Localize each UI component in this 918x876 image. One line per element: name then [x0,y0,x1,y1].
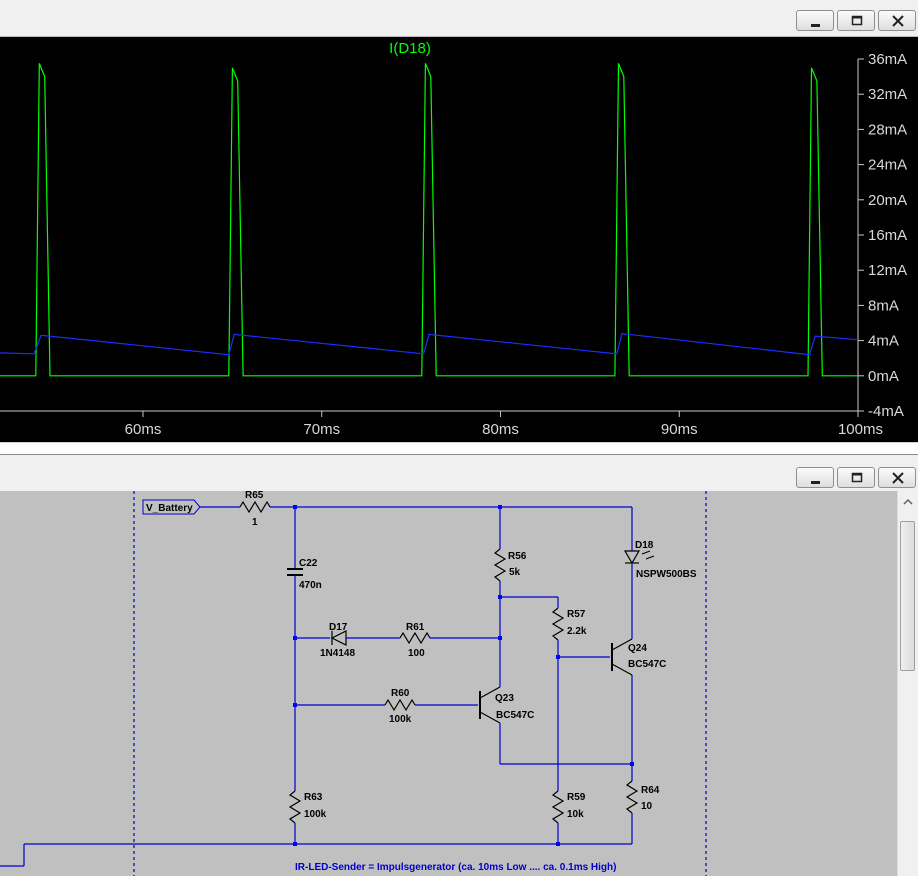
waveform-chart[interactable]: I(D18) 36mA 32mA 28mA 24mA 20mA 16mA 12mA 8mA 4m… [0,37,918,442]
label-r60-name: R60 [391,688,410,699]
plot-axes [0,59,859,412]
label-r61-name: R61 [406,622,425,633]
y-tick-label: 36mA [868,51,907,68]
plot-restore-button[interactable] [837,10,875,31]
label-r63-value: 100k [304,809,327,820]
scroll-up-arrow-icon[interactable] [900,494,916,510]
x-tick-label: 80ms [482,421,519,438]
plot-window-titlebar [0,0,918,37]
y-tick-label: 24mA [868,157,907,174]
restore-icon [851,472,863,483]
label-c22-name: C22 [299,558,318,569]
resistor-r57[interactable] [551,607,565,641]
diode-d17[interactable] [330,630,347,646]
schematic-window-titlebar [0,454,918,492]
trace-i-d18 [0,63,858,377]
label-r64-value: 10 [641,801,653,812]
close-icon [892,472,904,484]
label-d18-name: D18 [635,540,654,551]
net-label-v-battery: V_Battery [146,503,193,514]
plot-minimize-button[interactable] [796,10,834,31]
y-tick-label: 28mA [868,121,907,138]
waveform-plot-pane[interactable]: I(D18) 36mA 32mA 28mA 24mA 20mA 16mA 12mA 8mA 4m… [0,37,918,442]
resistor-r59[interactable] [551,790,565,824]
label-r64-name: R64 [641,785,660,796]
y-tick-label: 12mA [868,262,907,279]
y-tick-label: 32mA [868,86,907,103]
label-r61-value: 100 [408,648,425,659]
minimize-icon [811,24,820,27]
schematic-vertical-scrollbar[interactable] [897,491,918,876]
label-c22-value: 470n [299,580,322,591]
schematic-minimize-button[interactable] [796,467,834,488]
trace-title[interactable]: I(D18) [389,40,431,57]
trace-lines [0,63,859,377]
x-tick-label: 60ms [125,421,162,438]
x-tick-label: 100ms [838,421,883,438]
y-tick-label: 16mA [868,227,907,244]
label-r65-name: R65 [245,491,264,501]
label-r57-value: 2.2k [567,626,587,637]
label-q24-value: BC547C [628,659,666,670]
label-r63-name: R63 [304,792,323,803]
plot-close-button[interactable] [878,10,916,31]
label-r65-value: 1 [252,517,258,528]
schematic-restore-button[interactable] [837,467,875,488]
y-tick-label: -4mA [868,403,904,420]
label-q23-value: BC547C [496,710,534,721]
restore-icon [851,15,863,26]
led-d18[interactable] [623,550,641,565]
label-d17-value: 1N4148 [320,648,355,659]
y-tick-label: 8mA [868,297,899,314]
close-icon [892,15,904,27]
axis-ticks: 36mA 32mA 28mA 24mA 20mA 16mA 12mA 8mA 4mA 0mA -4m… [125,51,908,438]
label-r57-name: R57 [567,609,586,620]
schematic-close-button[interactable] [878,467,916,488]
label-r60-value: 100k [389,714,412,725]
label-q24-name: Q24 [628,643,647,654]
trace-secondary [0,332,859,356]
label-r59-value: 10k [567,809,584,820]
schematic-drawing[interactable]: V_Battery R65 1 C22 470n R56 5k D18 NSPW… [0,491,897,876]
resistor-r60[interactable] [384,698,416,712]
resistor-r63[interactable] [288,790,302,824]
label-r59-name: R59 [567,792,586,803]
minimize-icon [811,481,820,484]
x-tick-label: 90ms [661,421,698,438]
label-d18-value: NSPW500BS [636,569,697,580]
label-r56-value: 5k [509,567,521,578]
y-tick-label: 20mA [868,192,907,209]
y-tick-label: 4mA [868,333,899,350]
scrollbar-thumb[interactable] [900,521,915,671]
schematic-canvas[interactable]: V_Battery R65 1 C22 470n R56 5k D18 NSPW… [0,491,897,876]
label-d17-name: D17 [329,622,348,633]
label-r56-name: R56 [508,551,527,562]
label-q23-name: Q23 [495,693,514,704]
resistor-r56[interactable] [493,548,507,582]
resistor-r61[interactable] [399,631,431,645]
y-tick-label: 0mA [868,368,899,385]
resistor-r65[interactable] [239,500,271,514]
schematic-comment: IR-LED-Sender = Impulsgenerator (ca. 10m… [295,862,616,873]
x-tick-label: 70ms [303,421,340,438]
resistor-r64[interactable] [625,780,639,814]
